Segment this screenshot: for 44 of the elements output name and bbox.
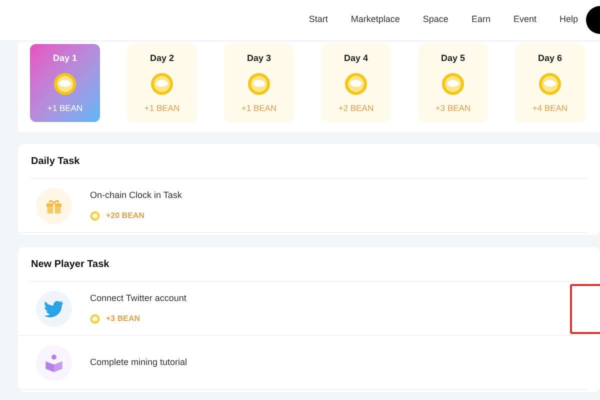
day-label: Day 2 [150,52,174,65]
day-label: Day 6 [538,52,562,65]
task-row[interactable]: Connect Twitter account +3 BEAN [18,282,587,336]
bean-icon [247,72,271,96]
task-title: On-chain Clock in Task [90,189,182,202]
bean-icon [441,72,465,96]
day-label: Day 5 [440,52,466,65]
day-card[interactable]: Day 5 +3 BEAN [418,44,488,122]
bean-icon [90,314,100,324]
day-card[interactable]: Day 4 +2 BEAN [321,44,391,122]
day-label: Day 1 [52,52,78,65]
nav-link[interactable]: Event [513,13,536,27]
book-icon [36,344,72,380]
bean-icon [538,72,562,96]
day-label: Day 3 [246,52,272,65]
day-card[interactable]: Day 3 +1 BEAN [224,44,294,122]
task-title: Complete mining tutorial [90,356,188,369]
bean-icon [150,72,174,96]
day-reward: +3 BEAN [435,102,471,114]
day-reward: +1 BEAN [241,102,277,114]
day-card[interactable]: Day 6 +4 BEAN [515,44,585,122]
day-reward: +2 BEAN [338,102,374,114]
bean-icon [90,210,100,221]
day-card[interactable]: Day 2 +1 BEAN [127,44,197,122]
bean-icon [53,72,77,96]
day-reward: +4 BEAN [532,102,568,114]
nav-link[interactable]: Start [308,13,328,27]
day-reward: +1 BEAN [47,102,83,114]
nav-link[interactable]: Space [422,13,448,27]
task-title: Connect Twitter account [90,292,186,306]
bean-icon [344,72,368,96]
day-label: Day 4 [344,52,368,65]
gift-icon [36,188,72,224]
task-reward: +3 BEAN [106,312,140,325]
day-reward: +1 BEAN [144,102,180,114]
nav-link[interactable]: Marketplace [350,13,400,27]
section-title: Daily Task [31,144,587,179]
nav-link[interactable]: Help [559,13,578,27]
task-reward: +20 BEAN [106,210,144,222]
task-row[interactable]: On-chain Clock in Task +20 BEAN [18,179,587,233]
nav-link[interactable]: Earn [471,13,490,27]
bird-icon [36,290,72,326]
section-title: New Player Task [31,247,587,282]
task-row[interactable]: Complete mining tutorial [18,336,587,390]
